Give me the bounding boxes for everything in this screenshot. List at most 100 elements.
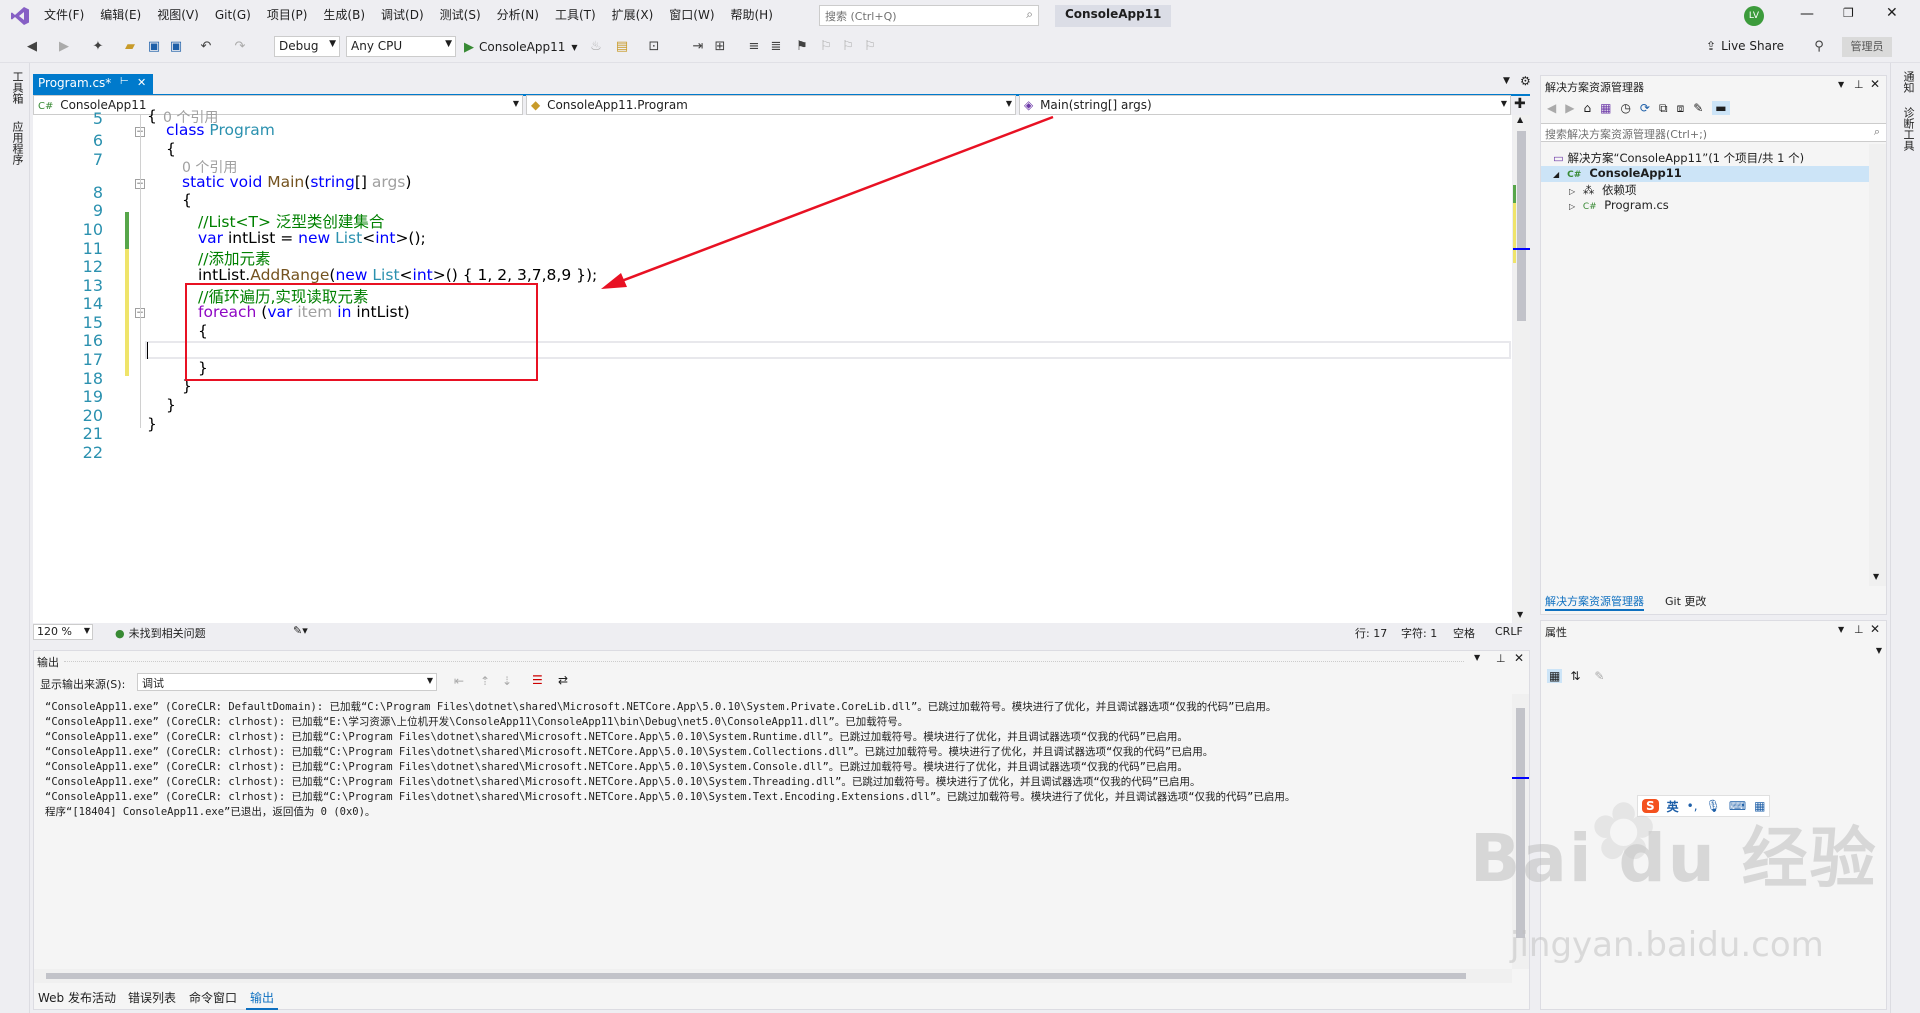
properties-wrench-icon[interactable]: ✎ [1693,101,1703,115]
refresh-icon[interactable]: ⟳ [1640,101,1650,115]
menu-view[interactable]: 视图(V) [149,0,207,31]
panel-pin-icon[interactable]: ⊥ [1854,78,1864,91]
panel-close-icon[interactable]: ✕ [1870,77,1880,91]
output-source-select[interactable]: 调试 ▼ [137,673,437,691]
whitespace-indicator[interactable]: 空格 [1453,625,1475,641]
browse-icon[interactable]: ▤ [614,39,630,55]
tab-strip-settings-icon[interactable]: ⚙ [1520,74,1531,88]
toolbox-tab[interactable]: 工具箱 [9,71,25,104]
properties-object-select[interactable]: ▼ [1541,643,1886,663]
next-message-icon[interactable]: ⇣ [502,674,512,688]
pin-icon[interactable]: ⊢ [120,76,129,87]
output-pin-icon[interactable]: ⊥ [1496,652,1506,665]
collapsed-arrow-icon[interactable]: ▷ [1569,187,1575,196]
panel-pin-icon[interactable]: ⊥ [1854,623,1864,636]
output-close-icon[interactable]: ✕ [1514,651,1524,665]
undo-icon[interactable]: ↶ [198,39,214,55]
menu-help[interactable]: 帮助(H) [723,0,781,31]
tab-program-cs[interactable]: Program.cs* ⊢ ✕ [33,74,153,94]
scroll-down-icon[interactable]: ▼ [1873,572,1879,581]
nav-class-select[interactable]: ◆ ConsoleApp11.Program ▼ [526,95,1016,115]
diagnostics-tab[interactable]: 诊断工具 [1900,107,1916,151]
outdent-icon[interactable]: ≣ [768,39,784,55]
toggle-icon[interactable]: ⊞ [712,39,728,55]
live-share-button[interactable]: ⇪ Live Share [1706,39,1784,53]
menu-debug[interactable]: 调试(D) [373,0,432,31]
tree-program-cs[interactable]: ▷ C# Program.cs [1569,198,1669,212]
menu-git[interactable]: Git(G) [207,0,259,31]
minimize-button[interactable]: — [1800,6,1814,22]
panel-menu-icon[interactable]: ▼ [1838,625,1844,634]
notifications-tab[interactable]: 通知 [1900,71,1916,93]
word-wrap-icon[interactable]: ⇄ [558,673,568,687]
search-input[interactable]: 搜索 (Ctrl+Q) ⌕ [819,5,1039,26]
output-hscrollbar[interactable] [34,969,1512,983]
screenshot-icon[interactable]: ⊡ [646,39,662,55]
categorized-icon[interactable]: ▦ [1547,669,1563,683]
menu-test[interactable]: 测试(S) [432,0,489,31]
tree-solution[interactable]: ▭ 解决方案“ConsoleApp11”(1 个项目/共 1 个) [1553,150,1804,166]
start-debug-button[interactable]: ▶ ConsoleApp11 ▼ [464,38,578,56]
bookmark-icon[interactable]: ⚑ [794,39,810,55]
close-icon[interactable]: ✕ [137,76,146,89]
configuration-select[interactable]: Debug ▼ [274,36,340,57]
nav-project-select[interactable]: C# ConsoleApp11 ▼ [33,95,523,115]
scrollbar-thumb[interactable] [1517,131,1526,321]
panel-menu-icon[interactable]: ▼ [1838,80,1844,89]
new-project-icon[interactable]: ✦ [90,39,106,55]
prev-bookmark-icon[interactable]: ⚐ [818,39,834,55]
avatar[interactable]: LV [1744,6,1764,26]
platform-select[interactable]: Any CPU ▼ [346,36,456,57]
menu-file[interactable]: 文件(F) [36,0,92,31]
indent-icon[interactable]: ≡ [746,39,762,55]
maximize-button[interactable]: ❐ [1843,6,1854,20]
close-window-button[interactable]: ✕ [1886,5,1898,21]
line-indicator[interactable]: 行: 17 [1355,625,1387,641]
issues-indicator[interactable]: ● 未找到相关问题 [115,625,206,641]
clear-bookmark-icon[interactable]: ⚐ [862,39,878,55]
forward-icon[interactable]: ▶ [56,39,72,55]
panel-close-icon[interactable]: ✕ [1870,622,1880,636]
property-pages-icon[interactable]: ✎ [1594,669,1604,683]
scroll-down-icon[interactable]: ▼ [1517,610,1523,619]
nav-member-select[interactable]: ◈ Main(string[] args) ▼ [1019,95,1511,115]
back-icon[interactable]: ◀ [24,39,40,55]
menu-window[interactable]: 窗口(W) [661,0,722,31]
save-icon[interactable]: ▣ [146,39,162,55]
menu-build[interactable]: 生成(B) [315,0,373,31]
menu-edit[interactable]: 编辑(E) [92,0,149,31]
tab-command-window[interactable]: 命令窗口 [185,987,241,1008]
step-icon[interactable]: ⇥ [690,39,706,55]
menu-tools[interactable]: 工具(T) [547,0,604,31]
tab-error-list[interactable]: 错误列表 [124,987,180,1008]
menu-extensions[interactable]: 扩展(X) [604,0,662,31]
switch-view-icon[interactable]: ▦ [1600,101,1611,115]
output-hscroll-thumb[interactable] [46,973,1466,979]
menu-project[interactable]: 项目(P) [259,0,316,31]
expanded-arrow-icon[interactable]: ◢ [1553,170,1559,179]
zoom-select[interactable]: 120 % ▼ [33,624,93,640]
vs-logo-icon[interactable] [10,6,30,26]
back-icon[interactable]: ◀ [1547,101,1556,115]
forward-icon[interactable]: ▶ [1565,101,1574,115]
find-message-icon[interactable]: ⇤ [454,674,464,688]
show-all-files-icon[interactable]: ⧈ [1677,101,1685,116]
editor-scrollbar[interactable]: ▲ ▼ [1513,115,1530,623]
app-insights-tab[interactable]: 应用程序 [9,121,25,165]
split-editor-icon[interactable]: ✚ [1514,96,1526,112]
prev-message-icon[interactable]: ⇡ [480,674,490,688]
redo-icon[interactable]: ↷ [232,39,248,55]
next-bookmark-icon[interactable]: ⚐ [840,39,856,55]
tab-web-publish[interactable]: Web 发布活动 [34,987,120,1008]
home-icon[interactable]: ⌂ [1583,101,1591,115]
tree-dependencies[interactable]: ▷ ⁂ 依赖项 [1569,182,1636,198]
tab-solution-explorer[interactable]: 解决方案资源管理器 [1545,593,1644,611]
save-all-icon[interactable]: ▣ [168,39,184,55]
output-menu-icon[interactable]: ▼ [1474,653,1480,662]
eol-indicator[interactable]: CRLF [1495,625,1523,638]
brush-icon[interactable]: ✎▾ [293,624,308,637]
open-folder-icon[interactable]: ▰ [122,39,138,55]
collapsed-arrow-icon[interactable]: ▷ [1569,202,1575,211]
alphabetical-icon[interactable]: ⇅ [1570,669,1580,683]
collapse-all-icon[interactable]: ⧉ [1659,101,1668,116]
